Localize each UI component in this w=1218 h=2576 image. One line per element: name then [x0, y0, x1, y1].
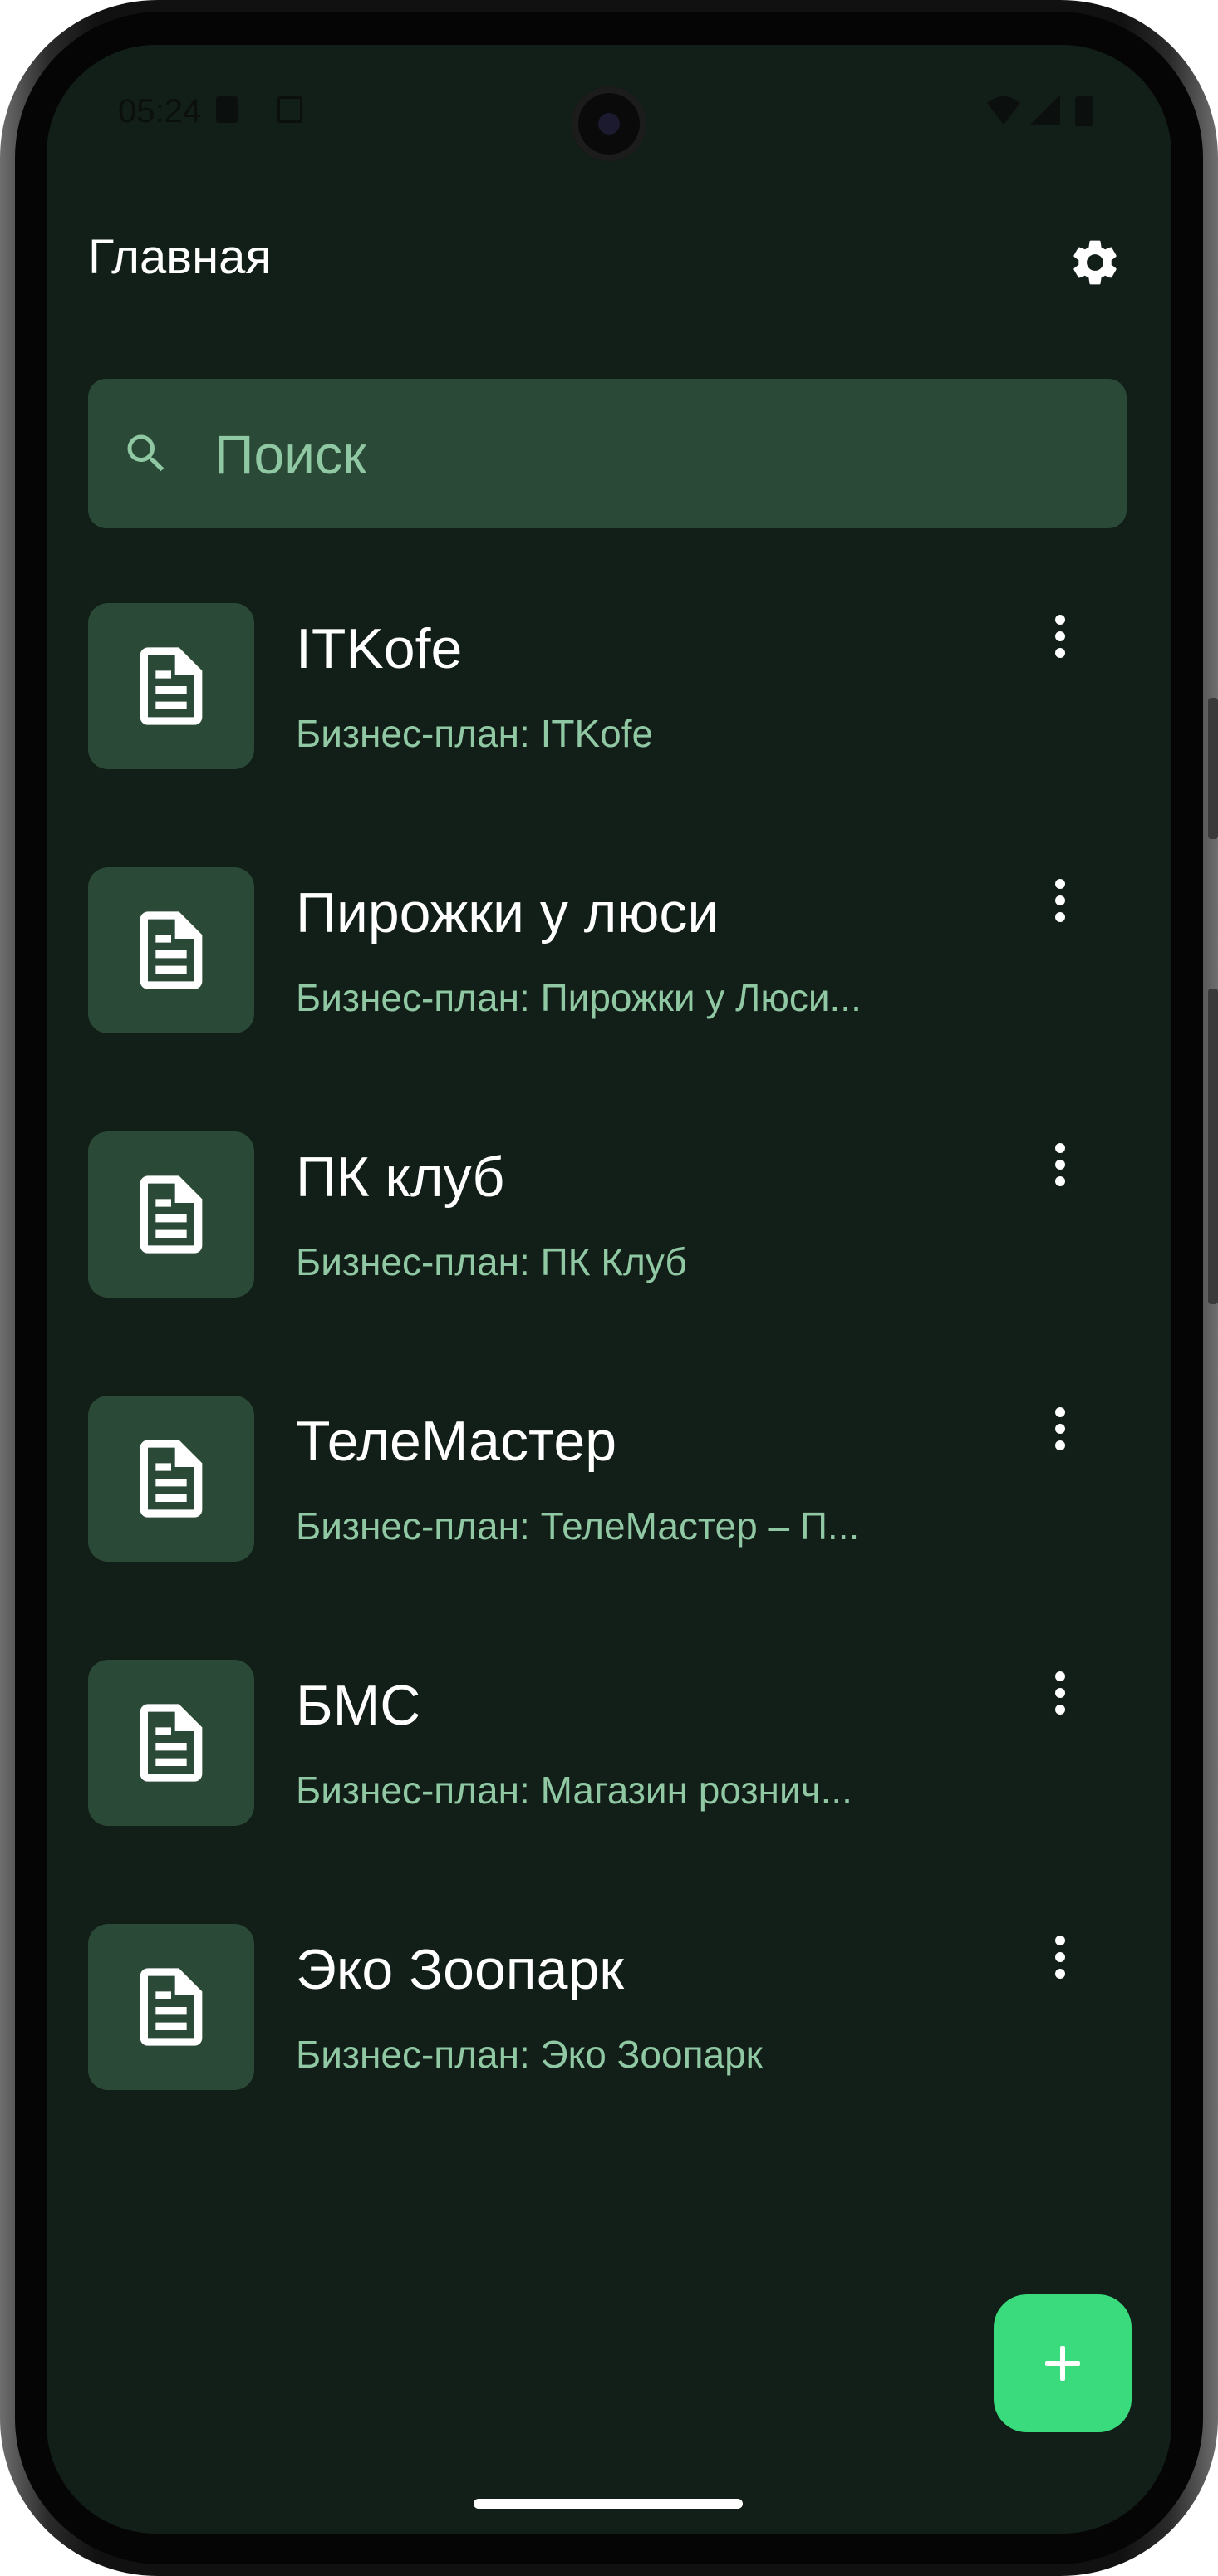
more-vert-icon: [1055, 1671, 1065, 1715]
plan-subtitle: Бизнес-план: Пирожки у Люси...: [296, 976, 862, 1019]
plan-title: Пирожки у люси: [296, 881, 720, 945]
plan-title: ТелеМастер: [296, 1410, 617, 1473]
list-item[interactable]: ПК клуб Бизнес-план: ПК Клуб: [88, 1131, 1127, 1298]
plan-subtitle: Бизнес-план: Эко Зоопарк: [296, 2033, 763, 2076]
more-options-button[interactable]: [1035, 1131, 1085, 1198]
search-icon: [127, 434, 165, 472]
wifi-icon: [987, 96, 1020, 125]
plan-thumbnail: [88, 1396, 254, 1562]
plan-subtitle: Бизнес-план: ПК Клуб: [296, 1240, 687, 1283]
plan-thumbnail: [88, 867, 254, 1033]
gear-icon: [1073, 240, 1117, 285]
list-item[interactable]: ТелеМастер Бизнес-план: ТелеМастер – П..…: [88, 1396, 1127, 1562]
document-icon: [140, 1175, 203, 1254]
signal-icon: [1030, 95, 1060, 125]
search-input[interactable]: [213, 412, 1097, 497]
volume-button: [1208, 989, 1218, 1304]
plan-thumbnail: [88, 1660, 254, 1826]
more-vert-icon: [1055, 1407, 1065, 1450]
plus-icon: [1045, 2346, 1080, 2381]
document-icon: [140, 1968, 203, 2046]
document-icon: [140, 911, 203, 989]
plan-title: ПК клуб: [296, 1146, 505, 1209]
more-options-button[interactable]: [1035, 867, 1085, 934]
more-vert-icon: [1055, 1143, 1065, 1186]
add-plan-button[interactable]: [994, 2294, 1132, 2432]
notification-icon: [277, 96, 302, 123]
status-bar: 05:24: [47, 45, 1171, 161]
list-item[interactable]: Эко Зоопарк Бизнес-план: Эко Зоопарк: [88, 1924, 1127, 2090]
plan-title: ITKofe: [296, 617, 463, 680]
more-options-button[interactable]: [1035, 603, 1085, 670]
more-options-button[interactable]: [1035, 1924, 1085, 1990]
battery-icon: [1075, 96, 1093, 126]
plan-subtitle: Бизнес-план: Магазин рознич...: [296, 1769, 852, 1812]
power-button: [1208, 698, 1218, 839]
more-vert-icon: [1055, 879, 1065, 922]
list-item[interactable]: БМС Бизнес-план: Магазин рознич...: [88, 1660, 1127, 1826]
list-item[interactable]: ITKofe Бизнес-план: ITKofe: [88, 603, 1127, 769]
list-item[interactable]: Пирожки у люси Бизнес-план: Пирожки у Лю…: [88, 867, 1127, 1033]
settings-button[interactable]: [1062, 229, 1128, 296]
home-indicator[interactable]: [474, 2499, 743, 2509]
more-options-button[interactable]: [1035, 1396, 1085, 1462]
plan-subtitle: Бизнес-план: ТелеМастер – П...: [296, 1504, 860, 1548]
status-time: 05:24: [118, 93, 202, 130]
plan-title: Эко Зоопарк: [296, 1938, 625, 2001]
document-icon: [140, 1704, 203, 1782]
sim-card-icon: [216, 96, 238, 123]
plan-title: БМС: [296, 1674, 421, 1737]
front-camera: [572, 86, 646, 161]
document-icon: [140, 647, 203, 725]
plan-thumbnail: [88, 1924, 254, 2090]
plan-subtitle: Бизнес-план: ITKofe: [296, 712, 654, 755]
app-screen: 05:24 Главная ITKofe: [47, 45, 1171, 2534]
search-bar[interactable]: [88, 379, 1127, 528]
plan-thumbnail: [88, 603, 254, 769]
more-vert-icon: [1055, 1936, 1065, 1979]
more-options-button[interactable]: [1035, 1660, 1085, 1726]
more-vert-icon: [1055, 615, 1065, 658]
document-icon: [140, 1440, 203, 1518]
plan-thumbnail: [88, 1131, 254, 1298]
page-title: Главная: [88, 230, 272, 284]
